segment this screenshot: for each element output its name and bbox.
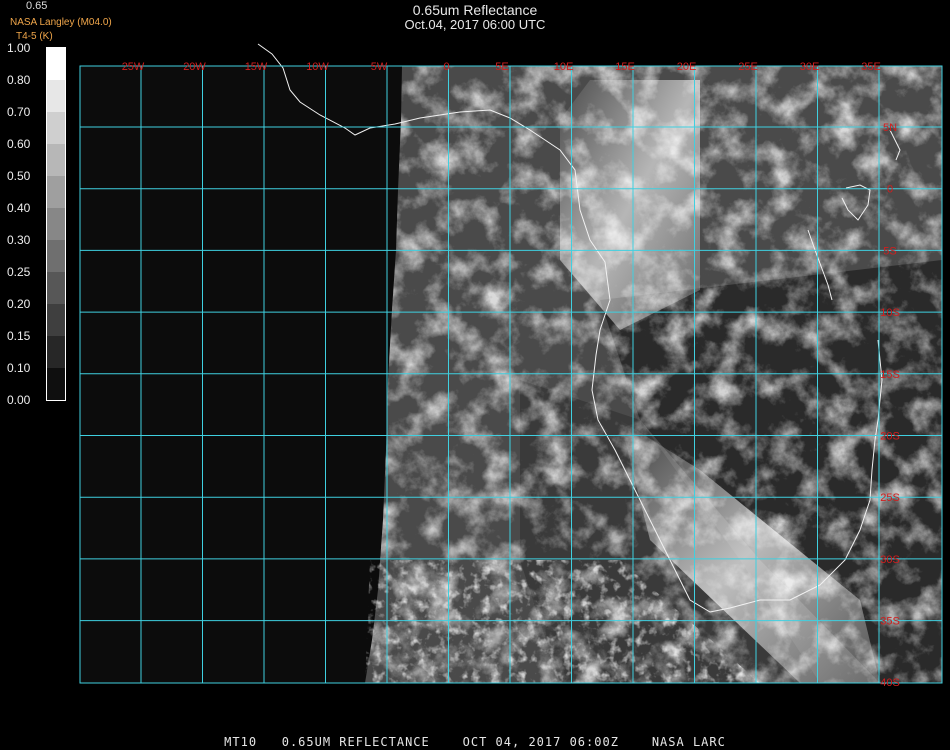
longitude-label: 30E xyxy=(800,61,820,73)
latitude-label: 15S xyxy=(880,369,900,381)
longitude-label: 10E xyxy=(554,61,574,73)
longitude-label: 15W xyxy=(245,61,268,73)
latitude-label: 5S xyxy=(883,245,896,257)
latitude-label: 20S xyxy=(880,431,900,443)
longitude-label: 5E xyxy=(495,61,508,73)
latitude-label: 0 xyxy=(887,184,893,196)
imagery-layer xyxy=(80,66,942,683)
latitude-label: 10S xyxy=(880,307,900,319)
latitude-label: 5N xyxy=(883,122,897,134)
latitude-label: 25S xyxy=(880,492,900,504)
satellite-map: 25W 20W 15W 10W 5W 0 5E 10E 15E 20E 25E 30E 35E 5N 0 5… xyxy=(79,43,943,689)
longitude-label: 15E xyxy=(615,61,635,73)
longitude-label: 5W xyxy=(371,61,388,73)
longitude-label: 20E xyxy=(677,61,697,73)
longitude-label: 25W xyxy=(122,61,145,73)
latitude-label: 35S xyxy=(880,616,900,628)
longitude-label: 35E xyxy=(861,61,881,73)
latitude-label: 30S xyxy=(880,554,900,566)
longitude-label: 0 xyxy=(443,61,449,73)
latitude-label: 40S xyxy=(880,677,900,689)
longitude-label: 20W xyxy=(183,61,206,73)
footer-caption: MT10 0.65UM REFLECTANCE OCT 04, 2017 06:… xyxy=(224,735,726,749)
longitude-label: 10W xyxy=(306,61,329,73)
longitude-label: 25E xyxy=(738,61,758,73)
